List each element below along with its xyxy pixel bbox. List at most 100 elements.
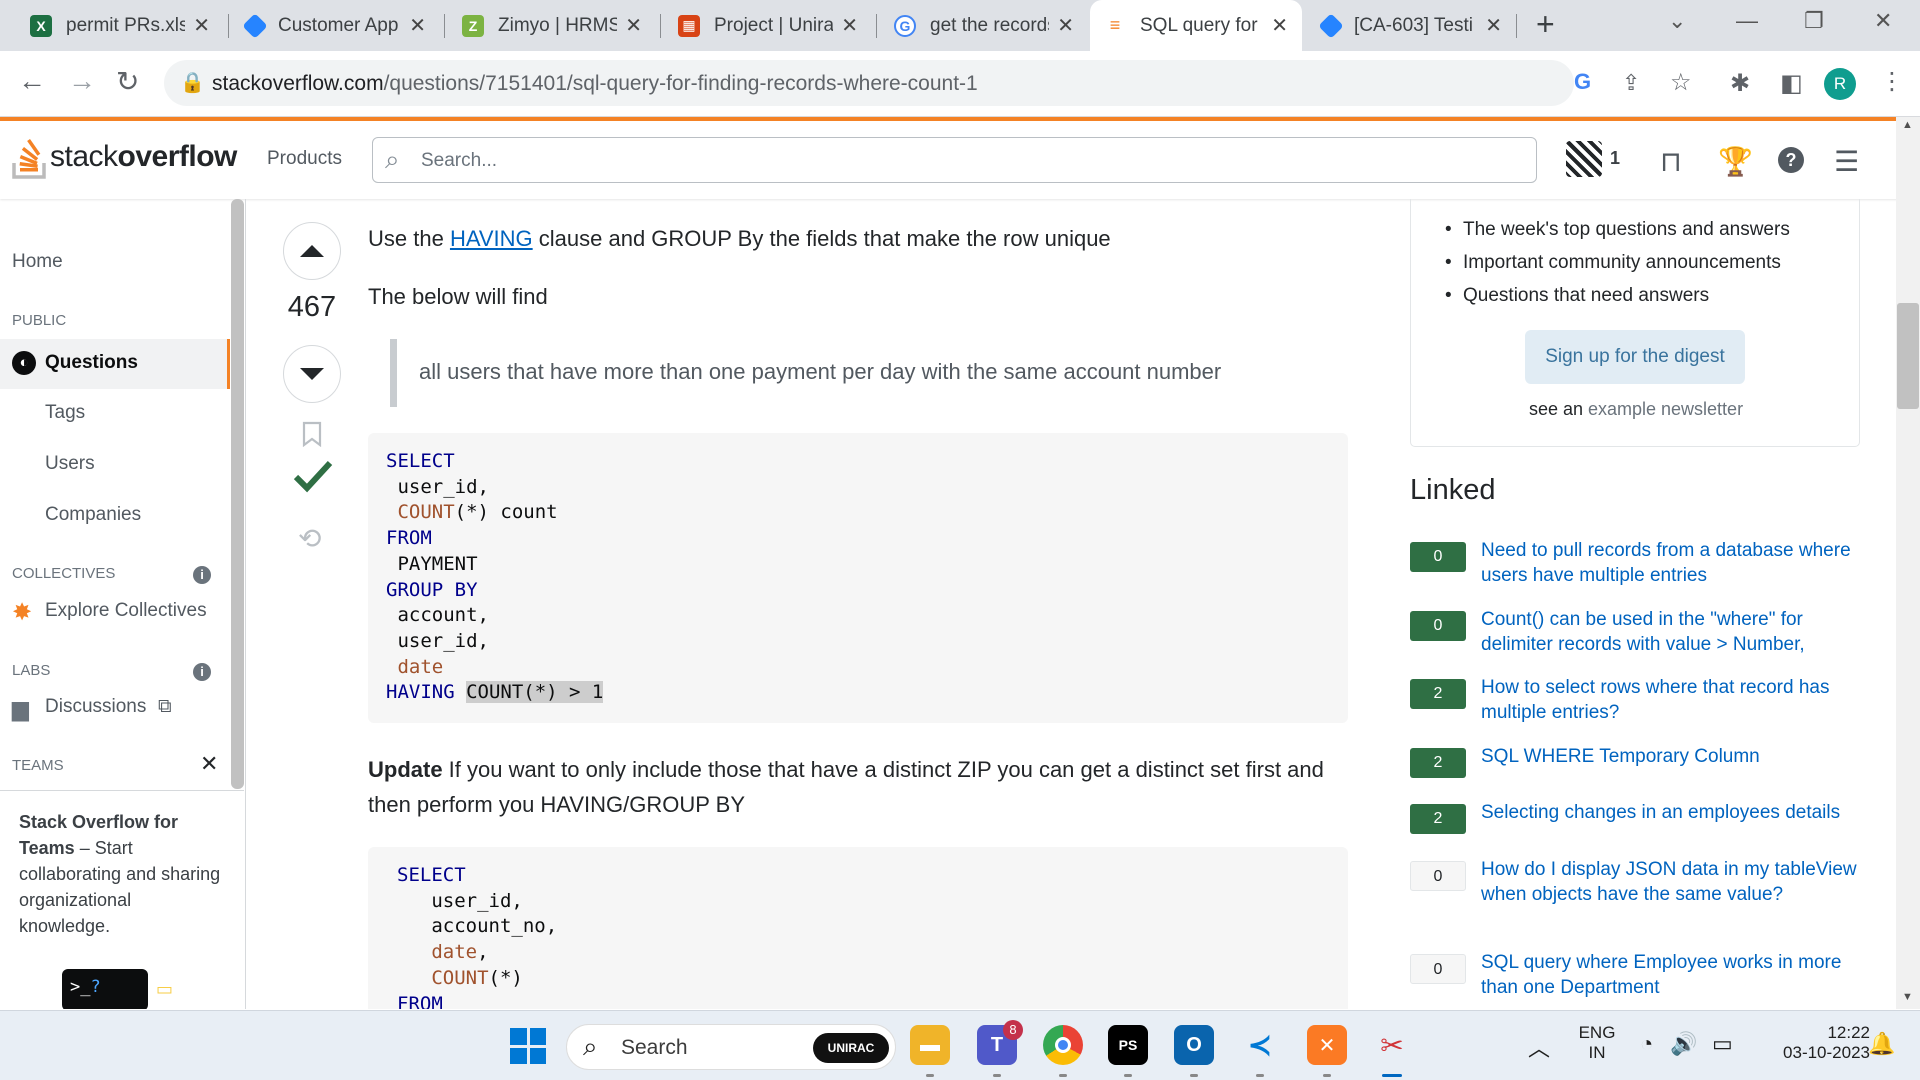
nav-discussions[interactable]: Discussions (45, 696, 146, 718)
tab-permit-prs[interactable]: X permit PRs.xlsx ✕ (16, 0, 224, 51)
minimize-button[interactable]: — (1736, 8, 1758, 34)
close-icon[interactable]: ✕ (1485, 13, 1502, 38)
nav-companies[interactable]: Companies (45, 504, 141, 526)
leftnav-scrollbar[interactable] (231, 199, 244, 789)
tab-project-unirac[interactable]: ▦ Project | Unirac ✕ (664, 0, 872, 51)
example-newsletter-link[interactable]: example newsletter (1588, 399, 1743, 419)
nav-questions-label: Questions (45, 352, 138, 373)
active-app-indicator (1382, 1074, 1402, 1077)
tab-search-chevron-icon[interactable]: ⌄ (1668, 8, 1686, 34)
close-icon[interactable]: ✕ (193, 13, 210, 38)
file-explorer-icon[interactable]: ▬ (910, 1025, 950, 1065)
share-icon[interactable]: ⇪ (1622, 70, 1640, 96)
user-avatar[interactable] (1566, 141, 1602, 177)
code-token: GROUP BY (386, 578, 478, 601)
close-icon[interactable]: ✕ (841, 13, 858, 38)
scrollbar-thumb[interactable] (1897, 303, 1919, 409)
labs-info-icon[interactable]: i (193, 663, 211, 681)
nav-questions[interactable]: ◐ Questions (0, 339, 230, 389)
vscode-icon[interactable]: ≺ (1240, 1025, 1280, 1065)
code-block-2[interactable]: SELECT user_id, account_no, date, COUNT(… (368, 847, 1348, 1009)
battery-icon[interactable]: ▭ (1712, 1031, 1733, 1057)
upvote-button[interactable] (283, 222, 341, 280)
restore-button[interactable]: ❐ (1804, 8, 1824, 34)
xampp-icon[interactable]: ✕ (1307, 1025, 1347, 1065)
site-switcher-icon[interactable]: ☰ (1834, 145, 1859, 178)
reload-button[interactable]: ↻ (116, 65, 139, 98)
tab-ca-603[interactable]: [CA-603] Testi ✕ (1308, 0, 1516, 51)
code-token: date (397, 655, 444, 678)
bookmark-star-icon[interactable]: ☆ (1670, 68, 1692, 97)
inbox-icon[interactable]: ⊓ (1660, 145, 1682, 178)
digest-bullet: The week's top questions and answers (1445, 219, 1790, 241)
menu-kebab-icon[interactable]: ⋮ (1880, 67, 1904, 96)
scroll-down-arrow-icon[interactable]: ▼ (1902, 991, 1913, 1003)
windows-start-icon[interactable] (510, 1028, 546, 1064)
tab-customer-app[interactable]: Customer App ✕ (232, 0, 440, 51)
linked-question-link[interactable]: How do I display JSON data in my tableVi… (1481, 857, 1861, 907)
nav-explore-collectives[interactable]: Explore Collectives (45, 600, 207, 622)
linked-question-link[interactable]: Count() can be used in the "where" for d… (1481, 607, 1861, 657)
address-bar[interactable]: 🔒 stackoverflow.com/questions/7151401/sq… (164, 60, 1692, 106)
clock[interactable]: 12:22 03-10-2023 (1750, 1023, 1870, 1063)
extensions-icon[interactable]: ✱ (1730, 69, 1750, 98)
forward-button[interactable]: → (68, 65, 96, 97)
close-icon[interactable]: ✕ (1057, 13, 1074, 38)
side-panel-icon[interactable]: ◧ (1780, 69, 1803, 98)
tab-title: Customer App (278, 14, 399, 36)
achievements-trophy-icon[interactable]: 🏆 (1718, 145, 1753, 178)
wifi-icon[interactable]: ◔ (1640, 1031, 1653, 1057)
bookmark-icon[interactable] (301, 421, 323, 447)
linked-question-link[interactable]: Selecting changes in an employees detail… (1481, 800, 1861, 825)
close-icon[interactable]: ✕ (625, 13, 642, 38)
close-icon[interactable]: ✕ (409, 13, 426, 38)
linked-question-link[interactable]: Need to pull records from a database whe… (1481, 538, 1861, 588)
digest-signup-button[interactable]: Sign up for the digest (1525, 330, 1745, 384)
close-window-button[interactable]: ✕ (1874, 8, 1892, 34)
new-tab-button[interactable]: + (1536, 6, 1555, 43)
notification-bell-icon[interactable]: 🔔 (1868, 1031, 1895, 1057)
language-indicator[interactable]: ENG IN (1572, 1023, 1622, 1063)
linked-question-link[interactable]: SQL WHERE Temporary Column (1481, 744, 1861, 769)
code-token: user_id, (386, 629, 489, 652)
phpstorm-icon[interactable]: PS (1108, 1025, 1148, 1065)
close-icon[interactable]: ✕ (1271, 13, 1288, 38)
linked-question-link[interactable]: How to select rows where that record has… (1481, 675, 1861, 725)
downvote-button[interactable] (283, 345, 341, 403)
unirac-widget-badge[interactable]: UNIRAC (813, 1033, 889, 1063)
close-icon[interactable]: ✕ (200, 751, 218, 777)
tab-zimyo[interactable]: Z Zimyo | HRMS ✕ (448, 0, 656, 51)
stackoverflow-logo[interactable]: stackoverflow (12, 135, 237, 179)
site-search-input[interactable]: ⌕ Search... (372, 137, 1537, 183)
code-block-1[interactable]: SELECT user_id, COUNT(*) count FROM PAYME… (368, 433, 1348, 723)
google-lens-icon[interactable]: G (1574, 69, 1591, 95)
tab-separator (660, 14, 661, 38)
taskbar-search[interactable]: ⌕ Search UNIRAC (566, 1024, 896, 1070)
chrome-icon[interactable] (1043, 1025, 1083, 1065)
collectives-info-icon[interactable]: i (193, 566, 211, 584)
nav-tags[interactable]: Tags (45, 402, 85, 424)
running-indicator (1190, 1074, 1198, 1077)
page-scrollbar[interactable]: ▲ ▼ (1896, 117, 1920, 1009)
products-menu[interactable]: Products (267, 148, 342, 170)
code-token: FROM (386, 527, 432, 550)
back-button[interactable]: ← (18, 65, 46, 97)
running-indicator (993, 1074, 1001, 1077)
history-icon[interactable]: ⟲ (298, 522, 321, 555)
chevron-up-icon[interactable]: ︿ (1528, 1031, 1550, 1063)
outlook-icon[interactable]: O (1174, 1025, 1214, 1065)
tab-sql-query[interactable]: ≡ SQL query for ✕ (1090, 0, 1302, 51)
snipping-tool-icon[interactable]: ✂ (1372, 1025, 1412, 1065)
nav-home[interactable]: Home (12, 251, 63, 273)
scroll-up-arrow-icon[interactable]: ▲ (1902, 119, 1913, 131)
linked-question-link[interactable]: SQL query where Employee works in more t… (1481, 950, 1861, 1000)
nav-users[interactable]: Users (45, 453, 95, 475)
linked-score-badge: 0 (1410, 542, 1466, 572)
help-icon[interactable]: ? (1778, 147, 1804, 173)
profile-avatar[interactable]: R (1824, 68, 1856, 100)
having-link[interactable]: HAVING (450, 226, 533, 251)
volume-icon[interactable]: 🔊 (1670, 1031, 1697, 1057)
tab-google-search[interactable]: G get the records ✕ (880, 0, 1088, 51)
